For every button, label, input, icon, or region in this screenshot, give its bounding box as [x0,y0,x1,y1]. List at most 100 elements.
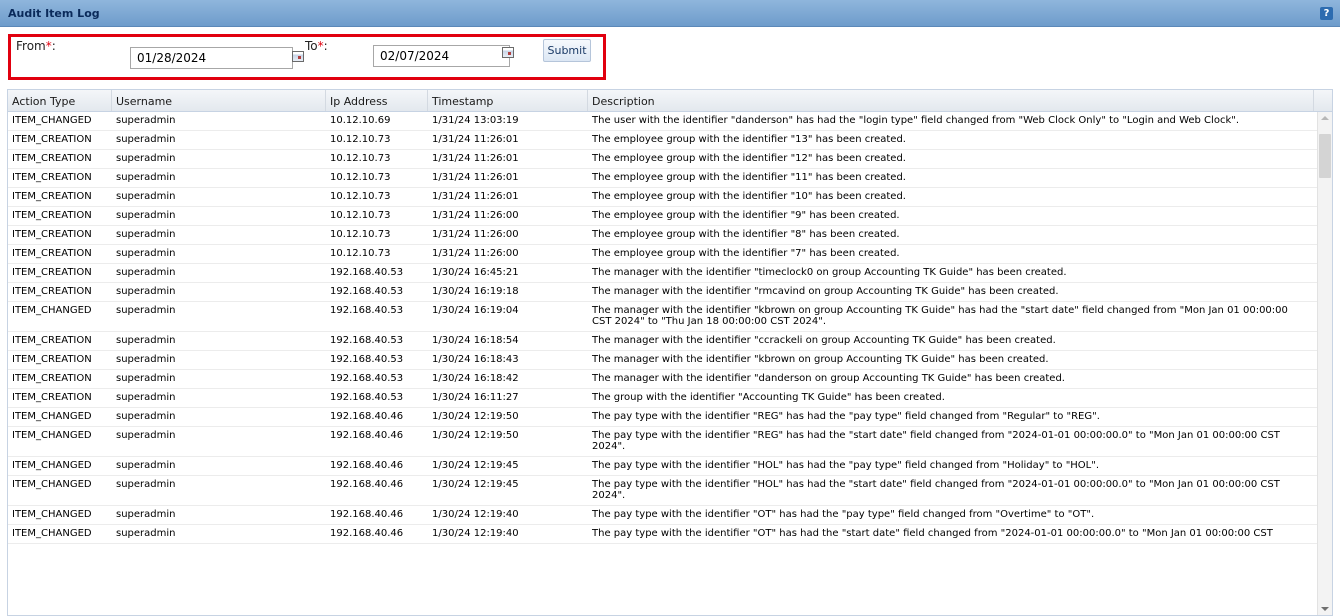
cell-timestamp: 1/30/24 16:19:04 [432,305,519,316]
audit-item-log-panel: Audit Item Log ? From*: To*: Submit Acti… [0,0,1340,616]
submit-button[interactable]: Submit [543,39,591,62]
scrollbar-thumb[interactable] [1319,134,1331,178]
cell-description: The manager with the identifier "ccracke… [592,335,1056,346]
cell-username: superadmin [116,286,176,297]
audit-log-table: Action Type Username Ip Address Timestam… [7,89,1333,616]
cell-ip-address: 10.12.10.73 [330,134,391,145]
cell-ip-address: 10.12.10.73 [330,210,391,221]
cell-timestamp: 1/30/24 16:19:18 [432,286,519,297]
cell-action-type: ITEM_CHANGED [12,430,92,441]
cell-ip-address: 10.12.10.73 [330,153,391,164]
table-row[interactable]: ITEM_CHANGED superadmin 192.168.40.46 1/30/… [8,427,1318,457]
from-date-input[interactable] [130,47,293,69]
table-row[interactable]: ITEM_CREATION superadmin 192.168.40.53 1/30… [8,370,1318,389]
cell-action-type: ITEM_CREATION [12,229,92,240]
cell-description: The employee group with the identifier "… [592,210,900,221]
table-row[interactable]: ITEM_CREATION superadmin 10.12.10.73 1/31/2… [8,226,1318,245]
cell-timestamp: 1/30/24 12:19:45 [432,479,519,490]
cell-username: superadmin [116,267,176,278]
table-row[interactable]: ITEM_CHANGED superadmin 192.168.40.53 1/30/… [8,302,1318,332]
cell-username: superadmin [116,115,176,126]
cell-description: The employee group with the identifier "… [592,153,906,164]
cell-description: The manager with the identifier "kbrown … [592,354,1049,365]
table-row[interactable]: ITEM_CHANGED superadmin 192.168.40.46 1/30/… [8,457,1318,476]
cell-ip-address: 192.168.40.46 [330,460,404,471]
cell-action-type: ITEM_CHANGED [12,411,92,422]
table-row[interactable]: ITEM_CREATION superadmin 10.12.10.73 1/31/2… [8,169,1318,188]
cell-action-type: ITEM_CHANGED [12,305,92,316]
cell-timestamp: 1/31/24 11:26:01 [432,172,519,183]
cell-timestamp: 1/30/24 16:45:21 [432,267,519,278]
cell-timestamp: 1/30/24 16:18:42 [432,373,519,384]
cell-ip-address: 192.168.40.46 [330,528,404,539]
cell-timestamp: 1/30/24 16:18:54 [432,335,519,346]
column-header-description[interactable]: Description [588,90,1314,111]
cell-description: The pay type with the identifier "HOL" h… [592,479,1280,501]
cell-ip-address: 192.168.40.53 [330,286,404,297]
table-row[interactable]: ITEM_CHANGED superadmin 192.168.40.46 1/30/… [8,525,1318,544]
table-row[interactable]: ITEM_CREATION superadmin 192.168.40.53 1/30… [8,351,1318,370]
table-row[interactable]: ITEM_CHANGED superadmin 192.168.40.46 1/30/… [8,408,1318,427]
column-header-ip-address[interactable]: Ip Address [326,90,428,111]
table-row[interactable]: ITEM_CHANGED superadmin 10.12.10.69 1/31/24… [8,112,1318,131]
cell-timestamp: 1/31/24 11:26:01 [432,153,519,164]
cell-description: The pay type with the identifier "OT" ha… [592,509,1095,520]
cell-action-type: ITEM_CHANGED [12,509,92,520]
cell-timestamp: 1/30/24 12:19:50 [432,430,519,441]
date-filter-bar: From*: To*: Submit [0,27,1340,82]
table-row[interactable]: ITEM_CREATION superadmin 10.12.10.73 1/31/2… [8,188,1318,207]
to-date-input[interactable] [373,45,510,67]
cell-timestamp: 1/30/24 16:18:43 [432,354,519,365]
cell-ip-address: 10.12.10.73 [330,248,391,259]
cell-username: superadmin [116,134,176,145]
cell-username: superadmin [116,335,176,346]
cell-action-type: ITEM_CHANGED [12,115,92,126]
cell-timestamp: 1/30/24 12:19:45 [432,460,519,471]
cell-username: superadmin [116,153,176,164]
table-row[interactable]: ITEM_CREATION superadmin 192.168.40.53 1/30… [8,283,1318,302]
cell-description: The manager with the identifier "rmcavin… [592,286,1059,297]
column-header-action-type[interactable]: Action Type [8,90,112,111]
table-row[interactable]: ITEM_CREATION superadmin 192.168.40.53 1/30… [8,264,1318,283]
column-header-timestamp[interactable]: Timestamp [428,90,588,111]
table-row[interactable]: ITEM_CREATION superadmin 10.12.10.73 1/31/2… [8,245,1318,264]
cell-username: superadmin [116,430,176,441]
cell-description: The pay type with the identifier "REG" h… [592,411,1100,422]
cell-action-type: ITEM_CREATION [12,134,92,145]
table-row[interactable]: ITEM_CREATION superadmin 10.12.10.73 1/31/2… [8,207,1318,226]
cell-ip-address: 192.168.40.46 [330,411,404,422]
panel-title-bar: Audit Item Log [0,0,1340,27]
cell-username: superadmin [116,528,176,539]
cell-description: The employee group with the identifier "… [592,172,906,183]
cell-description: The pay type with the identifier "REG" h… [592,430,1280,452]
cell-username: superadmin [116,354,176,365]
to-calendar-icon[interactable] [502,47,514,58]
cell-description: The manager with the identifier "timeclo… [592,267,1067,278]
cell-username: superadmin [116,460,176,471]
vertical-scrollbar[interactable] [1317,112,1332,615]
cell-ip-address: 10.12.10.73 [330,229,391,240]
cell-timestamp: 1/31/24 11:26:01 [432,191,519,202]
cell-timestamp: 1/31/24 13:03:19 [432,115,519,126]
column-header-username[interactable]: Username [112,90,326,111]
cell-username: superadmin [116,248,176,259]
table-row[interactable]: ITEM_CREATION superadmin 10.12.10.73 1/31/2… [8,131,1318,150]
table-row[interactable]: ITEM_CREATION superadmin 10.12.10.73 1/31/2… [8,150,1318,169]
panel-title: Audit Item Log [8,6,100,20]
cell-timestamp: 1/31/24 11:26:00 [432,248,519,259]
cell-ip-address: 10.12.10.73 [330,172,391,183]
scroll-down-icon[interactable] [1321,607,1329,611]
cell-timestamp: 1/30/24 12:19:40 [432,509,519,520]
table-row[interactable]: ITEM_CREATION superadmin 192.168.40.53 1/30… [8,389,1318,408]
table-row[interactable]: ITEM_CHANGED superadmin 192.168.40.46 1/30/… [8,476,1318,506]
table-row[interactable]: ITEM_CREATION superadmin 192.168.40.53 1/30… [8,332,1318,351]
help-icon[interactable]: ? [1320,7,1333,20]
cell-description: The user with the identifier "danderson"… [592,115,1240,126]
cell-action-type: ITEM_CREATION [12,392,92,403]
scroll-up-icon[interactable] [1321,116,1329,120]
from-calendar-icon[interactable] [292,51,304,62]
table-row[interactable]: ITEM_CHANGED superadmin 192.168.40.46 1/30/… [8,506,1318,525]
cell-username: superadmin [116,373,176,384]
cell-ip-address: 10.12.10.69 [330,115,391,126]
cell-username: superadmin [116,392,176,403]
